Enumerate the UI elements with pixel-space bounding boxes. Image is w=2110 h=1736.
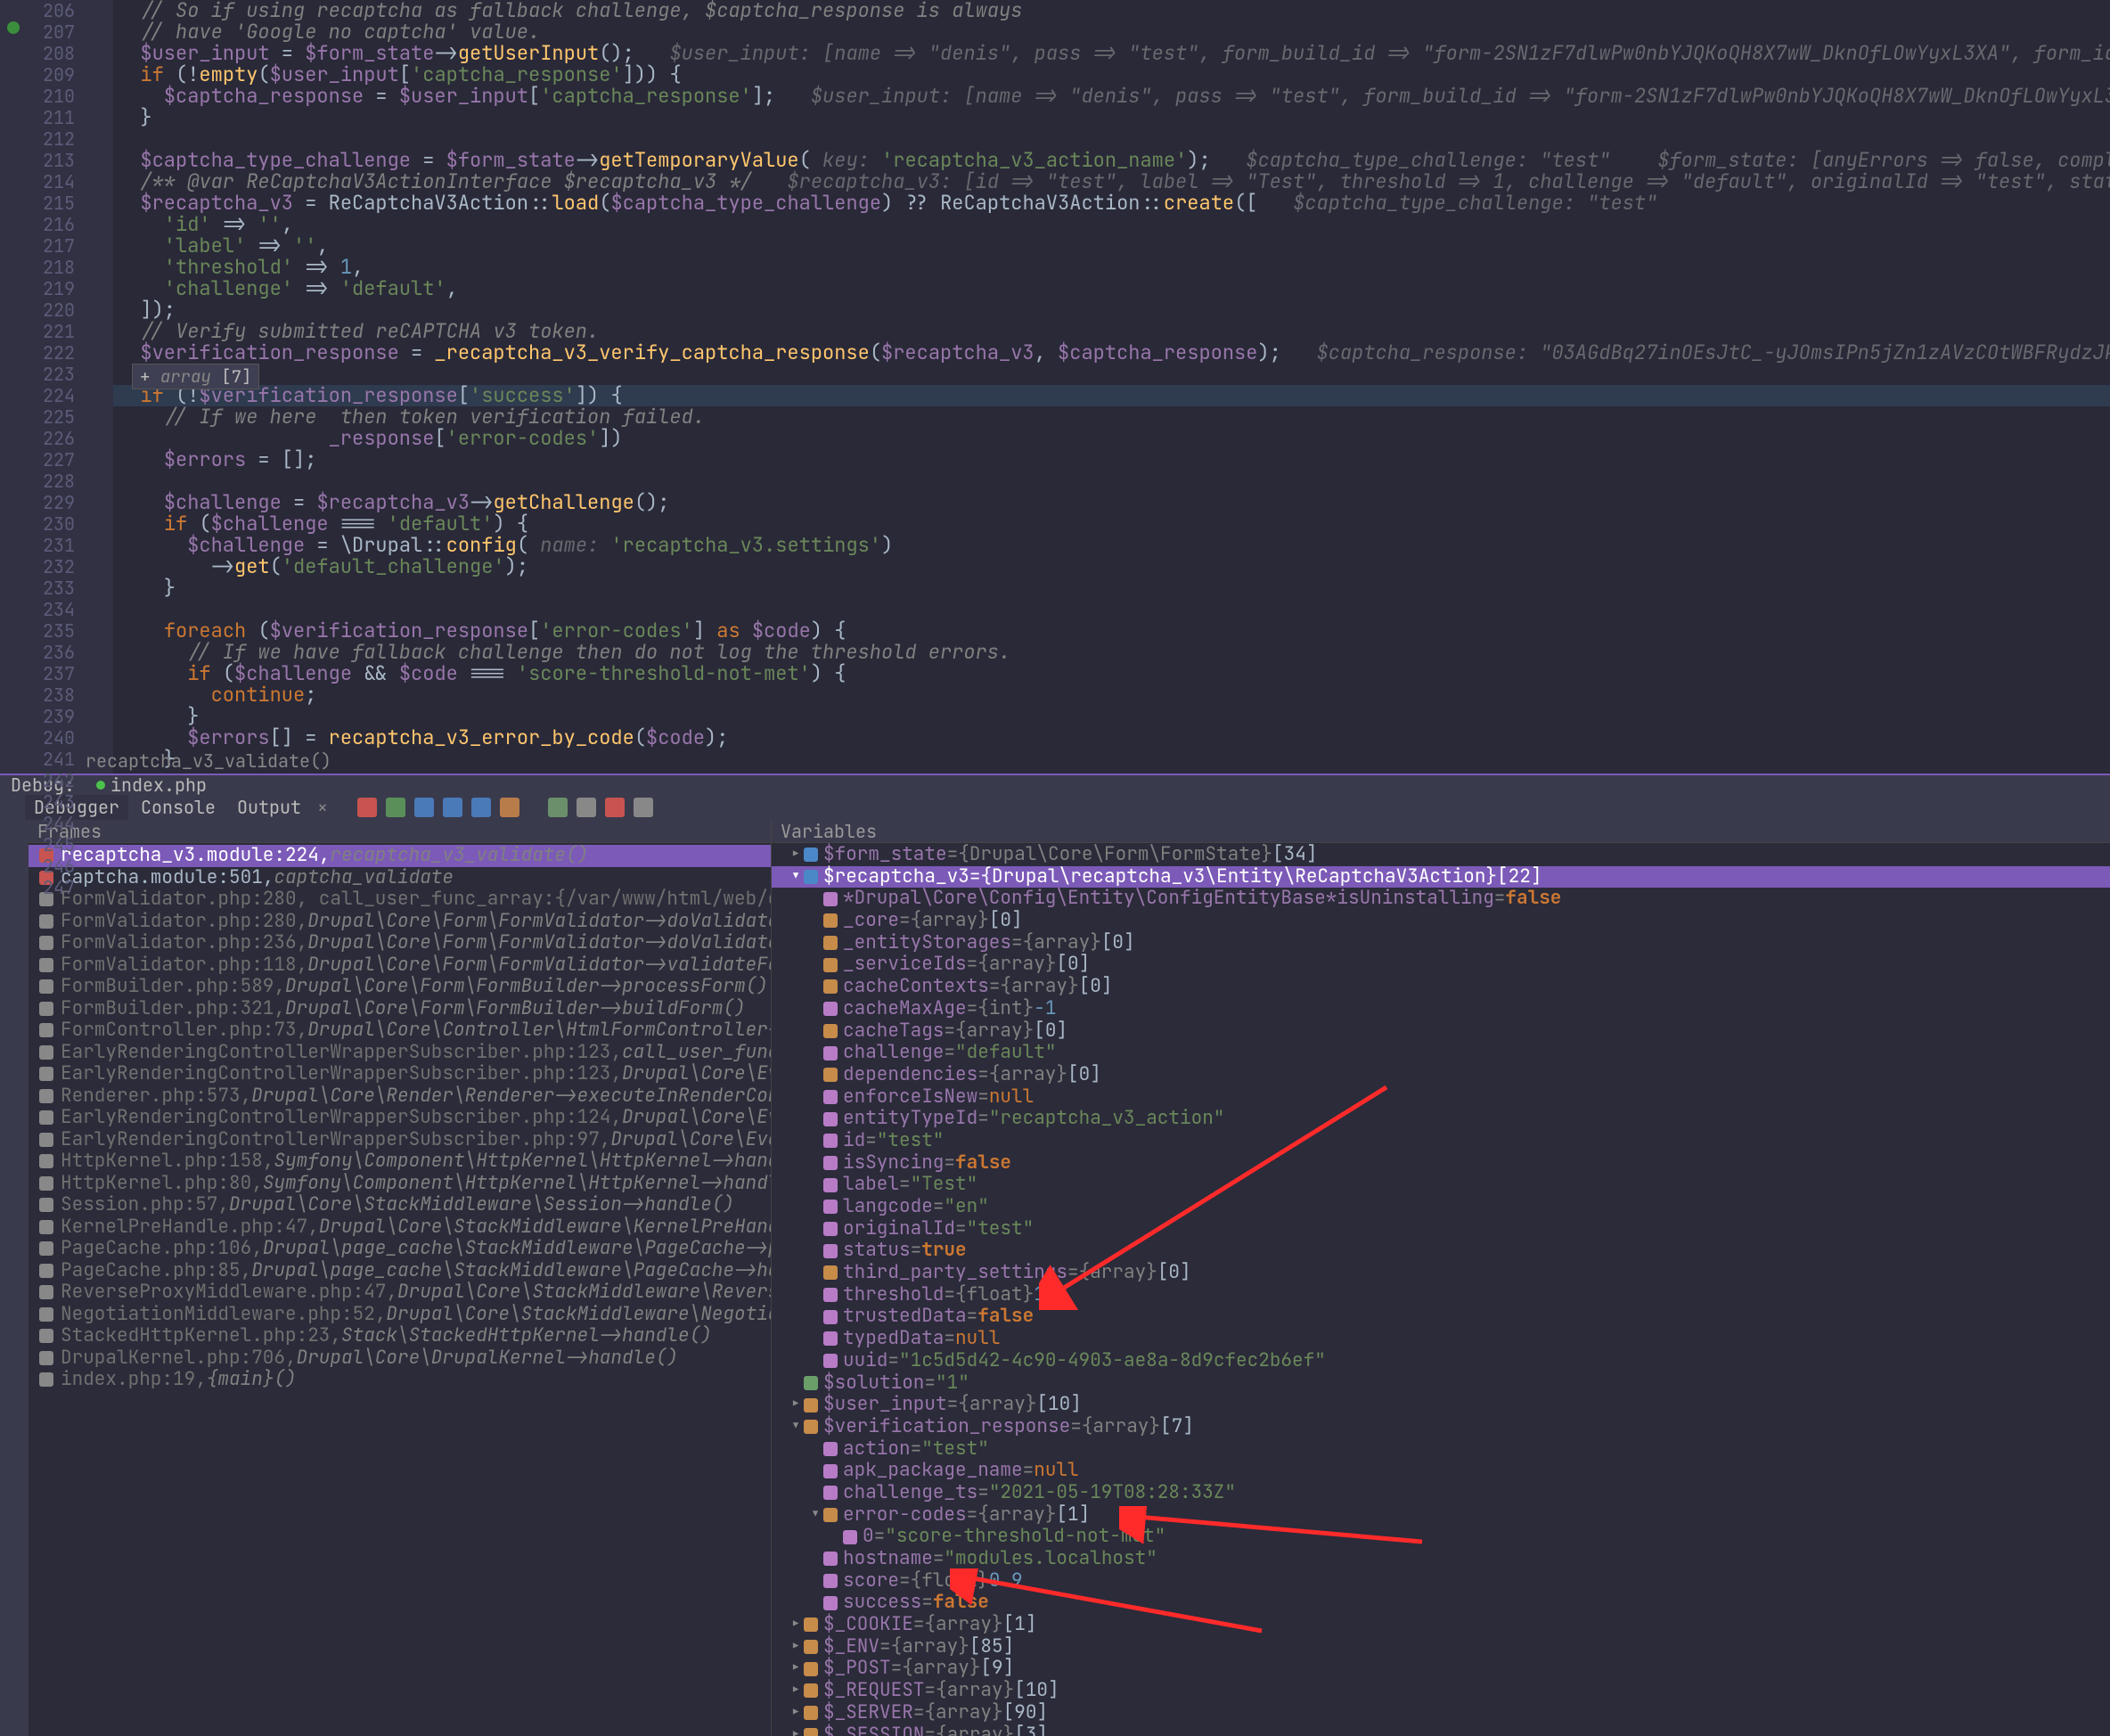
variable-row[interactable]: cacheContexts = {array} [0] [772, 976, 2110, 998]
variable-row[interactable]: label = "Test" [772, 1174, 2110, 1196]
frames-list[interactable]: recaptcha_v3.module:224, recaptcha_v3_va… [29, 843, 771, 1736]
variables-pane: Variables ▸$form_state = {Drupal\Core\Fo… [772, 820, 2110, 1736]
variable-row[interactable]: id = "test" [772, 1130, 2110, 1152]
step-into-icon[interactable] [414, 798, 434, 817]
variable-row[interactable]: success = false [772, 1592, 2110, 1614]
stack-frame[interactable]: KernelPreHandle.php:47, Drupal\Core\Stac… [29, 1216, 771, 1239]
stack-frame[interactable]: FormValidator.php:118, Drupal\Core\Form\… [29, 954, 771, 977]
stack-frame[interactable]: HttpKernel.php:80, Symfony\Component\Htt… [29, 1173, 771, 1195]
variables-tree[interactable]: ▸$form_state = {Drupal\Core\Form\FormSta… [772, 843, 2110, 1736]
code-body[interactable]: // So if using recaptcha as fallback cha… [113, 0, 2110, 774]
variable-row[interactable]: originalId = "test" [772, 1218, 2110, 1241]
variable-row[interactable]: ▸$_COOKIE = {array} [1] [772, 1614, 2110, 1636]
variable-row[interactable]: uuid = "1c5d5d42-4c90-4903-ae8a-8d9cfec2… [772, 1350, 2110, 1372]
tab-console[interactable]: Console [132, 795, 225, 820]
fold-gutter[interactable] [82, 0, 113, 774]
frames-pane: Frames recaptcha_v3.module:224, recaptch… [29, 820, 772, 1736]
stack-frame[interactable]: PageCache.php:106, Drupal\page_cache\Sta… [29, 1238, 771, 1260]
frames-header: Frames [29, 820, 771, 843]
variable-row[interactable]: threshold = {float} 1.0 [772, 1284, 2110, 1306]
variable-row[interactable]: *Drupal\Core\Config\Entity\ConfigEntityB… [772, 888, 2110, 910]
stack-frame[interactable]: EarlyRenderingControllerWrapperSubscribe… [29, 1107, 771, 1129]
variable-row[interactable]: isSyncing = false [772, 1152, 2110, 1175]
variable-row[interactable]: ▸$_SERVER = {array} [90] [772, 1702, 2110, 1724]
step-over-icon[interactable] [386, 798, 405, 817]
show-execution-point-icon[interactable] [357, 798, 377, 817]
close-output-icon[interactable]: × [314, 796, 331, 819]
debug-run-bar: Debug: index.php [0, 774, 2110, 795]
value-popup[interactable]: + array [7] [132, 364, 259, 389]
stack-frame[interactable]: Session.php:57, Drupal\Core\StackMiddlew… [29, 1194, 771, 1216]
settings-icon[interactable] [634, 798, 653, 817]
stack-frame[interactable]: StackedHttpKernel.php:23, Stack\StackedH… [29, 1325, 771, 1347]
variable-row[interactable]: dependencies = {array} [0] [772, 1064, 2110, 1086]
stack-frame[interactable]: recaptcha_v3.module:224, recaptcha_v3_va… [29, 845, 771, 867]
variable-row[interactable]: score = {float} 0.9 [772, 1570, 2110, 1593]
variable-row[interactable]: ▸$user_input = {array} [10] [772, 1394, 2110, 1416]
code-editor[interactable]: 2062072082092102112122132142152162172182… [0, 0, 2110, 774]
variable-row[interactable]: _core = {array} [0] [772, 910, 2110, 932]
run-indicator [7, 21, 20, 34]
breakpoint-gutter[interactable] [0, 0, 29, 774]
variable-row[interactable]: $solution = "1" [772, 1372, 2110, 1395]
variable-row[interactable]: langcode = "en" [772, 1196, 2110, 1218]
variable-row[interactable]: ▸$form_state = {Drupal\Core\Form\FormSta… [772, 844, 2110, 866]
debug-side-toolbar[interactable] [0, 820, 29, 1736]
variable-row[interactable]: ▾$verification_response = {array} [7] [772, 1416, 2110, 1438]
variable-row[interactable]: ▾$recaptcha_v3 = {Drupal\recaptcha_v3\En… [772, 866, 2110, 888]
tab-output[interactable]: Output [228, 795, 310, 820]
stack-frame[interactable]: EarlyRenderingControllerWrapperSubscribe… [29, 1063, 771, 1085]
stack-frame[interactable]: NegotiationMiddleware.php:52, Drupal\Cor… [29, 1304, 771, 1326]
variable-row[interactable]: ▾error-codes = {array} [1] [772, 1504, 2110, 1527]
stack-frame[interactable]: EarlyRenderingControllerWrapperSubscribe… [29, 1042, 771, 1064]
variable-row[interactable]: enforceIsNew = null [772, 1086, 2110, 1109]
variable-row[interactable]: cacheTags = {array} [0] [772, 1020, 2110, 1043]
stack-frame[interactable]: Renderer.php:573, Drupal\Core\Render\Ren… [29, 1085, 771, 1108]
variable-row[interactable]: third_party_settings = {array} [0] [772, 1262, 2110, 1284]
debugger-toolbar: Debugger Console Output × [0, 795, 2110, 820]
variable-row[interactable]: trustedData = false [772, 1306, 2110, 1328]
variable-row[interactable]: status = true [772, 1240, 2110, 1262]
variable-row[interactable]: 0 = "score-threshold-not-met" [772, 1526, 2110, 1548]
evaluate-expression-icon[interactable] [577, 798, 596, 817]
stack-frame[interactable]: index.php:19, {main}() [29, 1369, 771, 1391]
step-into-my-icon[interactable] [443, 798, 462, 817]
variable-row[interactable]: ▸$_REQUEST = {array} [10] [772, 1680, 2110, 1702]
stack-frame[interactable]: FormValidator.php:280, Drupal\Core\Form\… [29, 911, 771, 933]
variable-row[interactable]: ▸$_ENV = {array} [85] [772, 1636, 2110, 1658]
variable-row[interactable]: action = "test" [772, 1438, 2110, 1461]
line-number-gutter[interactable]: 2062072082092102112122132142152162172182… [29, 0, 82, 774]
stack-frame[interactable]: FormValidator.php:236, Drupal\Core\Form\… [29, 932, 771, 954]
variable-row[interactable]: ▸$_SESSION = {array} [3] [772, 1724, 2110, 1736]
debug-file[interactable]: index.php [110, 774, 207, 797]
stack-frame[interactable]: PageCache.php:85, Drupal\page_cache\Stac… [29, 1260, 771, 1282]
variable-row[interactable]: cacheMaxAge = {int} -1 [772, 998, 2110, 1020]
stack-frame[interactable]: EarlyRenderingControllerWrapperSubscribe… [29, 1129, 771, 1151]
run-to-cursor-icon[interactable] [548, 798, 568, 817]
stack-frame[interactable]: FormBuilder.php:589, Drupal\Core\Form\Fo… [29, 976, 771, 998]
variable-row[interactable]: _entityStorages = {array} [0] [772, 932, 2110, 954]
stack-frame[interactable]: FormValidator.php:280, call_user_func_ar… [29, 888, 771, 911]
variable-row[interactable]: challenge = "default" [772, 1042, 2110, 1064]
variables-header: Variables [772, 820, 2110, 843]
variable-row[interactable]: apk_package_name = null [772, 1460, 2110, 1482]
breadcrumb[interactable]: recaptcha_v3_validate() [86, 749, 331, 774]
force-step-icon[interactable] [471, 798, 491, 817]
trace-icon[interactable] [605, 798, 625, 817]
stack-frame[interactable]: ReverseProxyMiddleware.php:47, Drupal\Co… [29, 1282, 771, 1304]
variable-row[interactable]: hostname = "modules.localhost" [772, 1548, 2110, 1570]
run-dot-icon [96, 781, 105, 790]
variable-row[interactable]: challenge_ts = "2021-05-19T08:28:33Z" [772, 1482, 2110, 1504]
variable-row[interactable]: typedData = null [772, 1328, 2110, 1350]
step-out-icon[interactable] [500, 798, 519, 817]
variable-row[interactable]: entityTypeId = "recaptcha_v3_action" [772, 1108, 2110, 1130]
stack-frame[interactable]: DrupalKernel.php:706, Drupal\Core\Drupal… [29, 1347, 771, 1370]
variable-row[interactable]: _serviceIds = {array} [0] [772, 954, 2110, 976]
stack-frame[interactable]: captcha.module:501, captcha_validate [29, 867, 771, 889]
stack-frame[interactable]: FormBuilder.php:321, Drupal\Core\Form\Fo… [29, 998, 771, 1020]
stack-frame[interactable]: HttpKernel.php:158, Symfony\Component\Ht… [29, 1151, 771, 1173]
variable-row[interactable]: ▸$_POST = {array} [9] [772, 1658, 2110, 1680]
stack-frame[interactable]: FormController.php:73, Drupal\Core\Contr… [29, 1019, 771, 1042]
